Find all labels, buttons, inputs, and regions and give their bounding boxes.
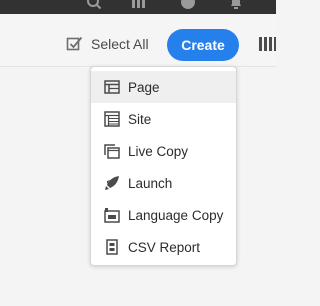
menu-item-label: Site: [128, 111, 152, 127]
launch-icon: [104, 175, 120, 191]
view-columns-icon[interactable]: [258, 35, 276, 53]
search-icon[interactable]: [86, 0, 102, 10]
page-icon: [104, 79, 120, 95]
menu-item-label: Launch: [128, 175, 173, 191]
menu-item-site[interactable]: Site: [91, 103, 236, 135]
global-header: [0, 0, 276, 14]
menu-item-language-copy[interactable]: Language Copy: [91, 199, 236, 231]
action-bar: Select All Create: [0, 14, 276, 67]
create-menu: Page Site Live Copy Launch Language Copy…: [90, 66, 237, 266]
notifications-icon[interactable]: [228, 0, 244, 10]
menu-item-live-copy[interactable]: Live Copy: [91, 135, 236, 167]
menu-item-label: CSV Report: [128, 239, 201, 255]
select-all-label: Select All: [91, 36, 149, 52]
menu-item-label: Page: [128, 79, 160, 95]
site-icon: [104, 111, 120, 127]
menu-item-csv-report[interactable]: CSV Report: [91, 231, 236, 263]
select-all-button[interactable]: Select All: [66, 35, 149, 53]
menu-item-launch[interactable]: Launch: [91, 167, 236, 199]
menu-item-page[interactable]: Page: [91, 71, 236, 103]
language-copy-icon: [104, 207, 120, 223]
menu-item-label: Language Copy: [128, 207, 224, 223]
select-all-checkbox-icon[interactable]: [66, 35, 84, 53]
apps-icon[interactable]: [130, 0, 146, 10]
help-icon[interactable]: [180, 0, 196, 10]
menu-item-label: Live Copy: [128, 143, 189, 159]
csv-report-icon: [104, 239, 120, 255]
create-button[interactable]: Create: [167, 29, 239, 61]
live-copy-icon: [104, 143, 120, 159]
